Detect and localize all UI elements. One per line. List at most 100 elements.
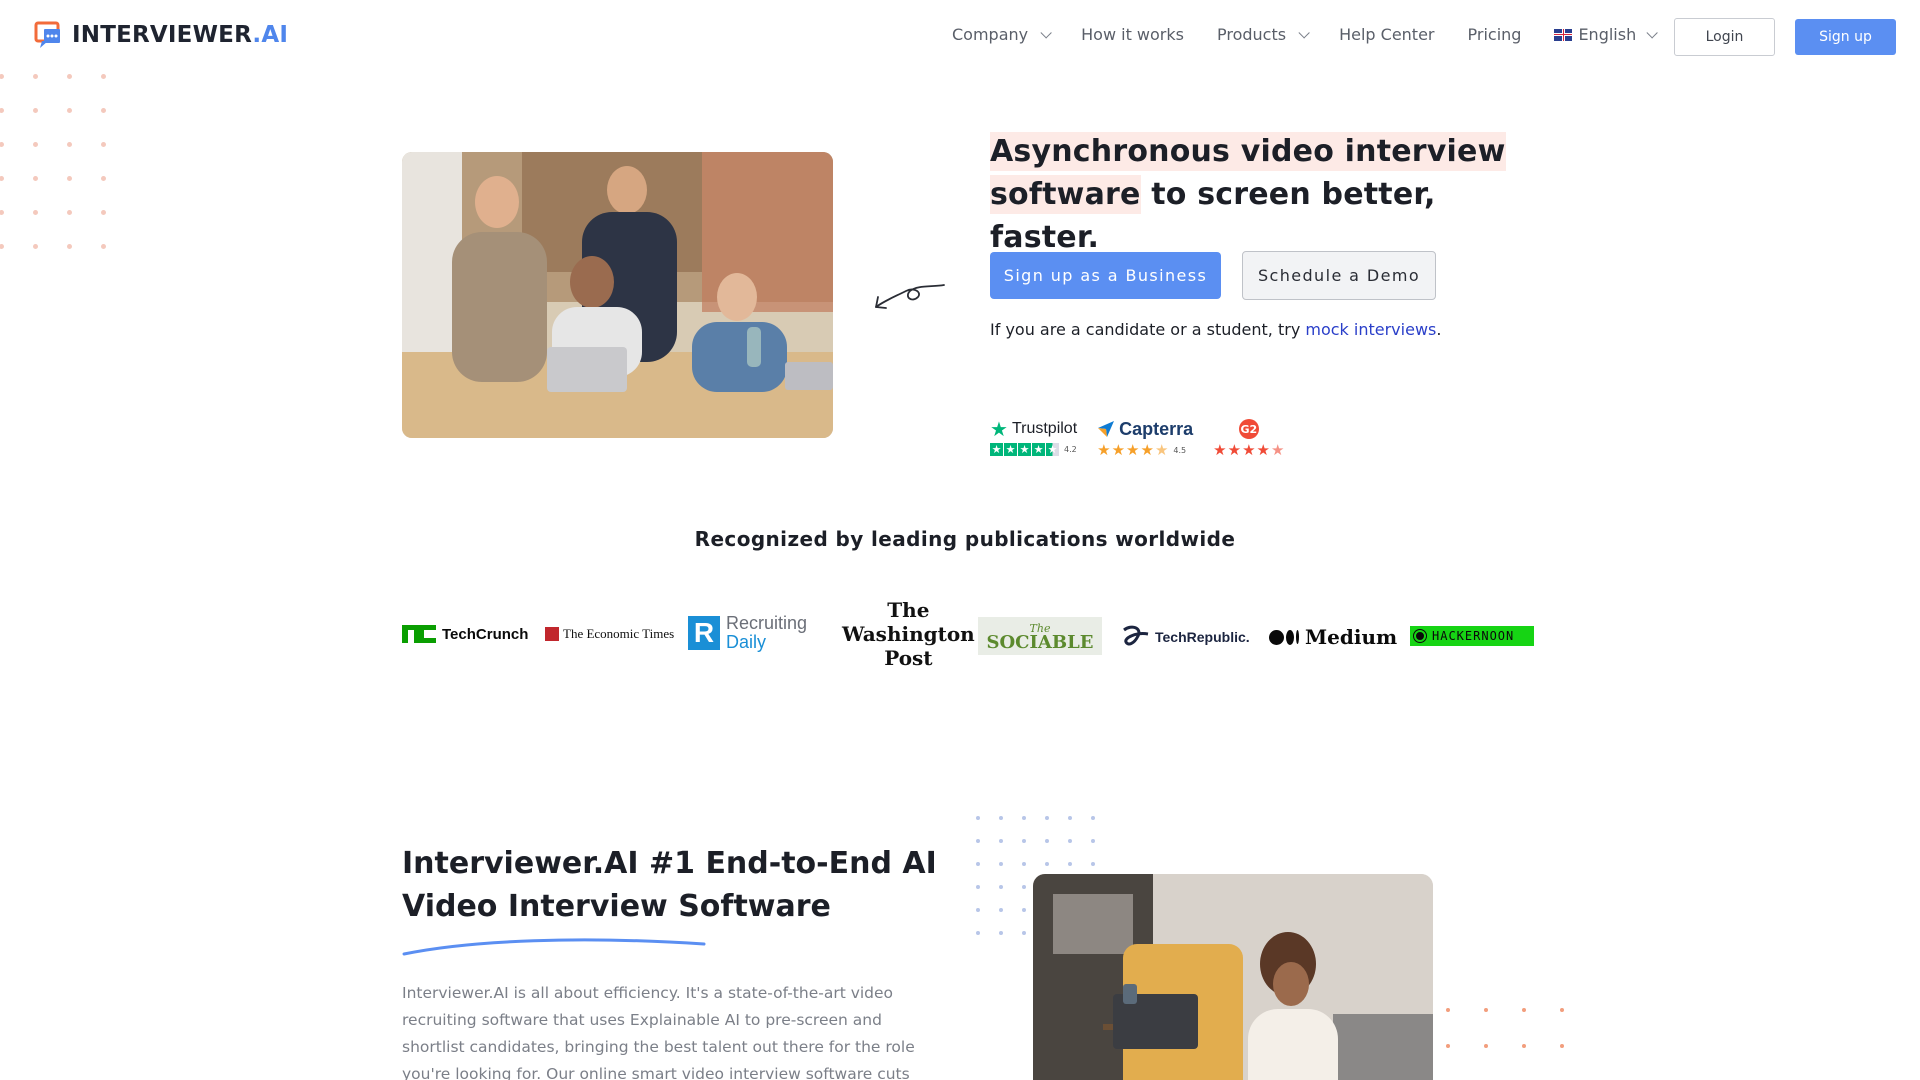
trustpilot-score: 4.2 bbox=[1064, 445, 1077, 454]
hackernoon-logo: HACKERNOON bbox=[1410, 626, 1534, 646]
capterra-score: 4.5 bbox=[1173, 446, 1187, 455]
star-icon: ★ bbox=[1270, 441, 1285, 459]
hackernoon-mark-icon bbox=[1414, 630, 1426, 642]
medium-logo: Medium bbox=[1269, 625, 1397, 649]
nav-pricing-label: Pricing bbox=[1467, 25, 1522, 44]
signup-button[interactable]: Sign up bbox=[1795, 19, 1896, 55]
publication-logos: TechCrunch The Economic Times R Recruiti… bbox=[402, 598, 1534, 673]
star-icon: ★ bbox=[1032, 443, 1045, 456]
economic-times-logo: The Economic Times bbox=[545, 626, 674, 642]
techrepublic-text: TechRepublic. bbox=[1155, 629, 1250, 645]
nav-help-center-label: Help Center bbox=[1339, 25, 1435, 44]
main-nav: Company How it works Products Help Cente… bbox=[952, 25, 1687, 44]
hero-title-highlight-2: software bbox=[990, 175, 1141, 214]
decorative-dot-grid-orange bbox=[1446, 1008, 1564, 1048]
nav-how-it-works[interactable]: How it works bbox=[1081, 25, 1184, 44]
capterra-badge[interactable]: Capterra ★ ★ ★ ★ ★ 4.5 bbox=[1097, 418, 1193, 458]
capterra-stars: ★ ★ ★ ★ ★ 4.5 bbox=[1097, 443, 1193, 458]
g2-badge[interactable]: G2 ★ ★ ★ ★ ★ bbox=[1213, 418, 1284, 458]
mock-interviews-link[interactable]: mock interviews bbox=[1305, 320, 1436, 339]
star-icon: ★ bbox=[1018, 443, 1031, 456]
washington-post-logo: The Washington Post bbox=[842, 598, 975, 670]
g2-stars: ★ ★ ★ ★ ★ bbox=[1213, 443, 1284, 458]
sociable-text: SOCIABLE bbox=[986, 632, 1094, 653]
wapo-text-3: Post bbox=[884, 646, 933, 670]
logo-main: INTERVIEWER bbox=[72, 22, 253, 48]
candidate-suffix: . bbox=[1436, 320, 1442, 339]
language-selector[interactable]: English bbox=[1554, 25, 1658, 44]
section2-title: Interviewer.AI #1 End-to-End AI Video In… bbox=[402, 846, 937, 924]
star-icon: ★ bbox=[990, 443, 1003, 456]
nav-company-label: Company bbox=[952, 25, 1029, 44]
sociable-logo: The SOCIABLE bbox=[978, 617, 1102, 655]
chat-bubble-logo-icon bbox=[34, 21, 60, 48]
publications-title: Recognized by leading publications world… bbox=[694, 527, 1236, 551]
review-badges: ★ Trustpilot ★ ★ ★ ★ ★ 4.2 Capterra ★ ★ … bbox=[990, 418, 1284, 458]
chevron-down-icon bbox=[1040, 26, 1052, 39]
techcrunch-text: TechCrunch bbox=[442, 625, 529, 643]
hackernoon-text: HACKERNOON bbox=[1432, 629, 1515, 643]
techrepublic-logo: TechRepublic. bbox=[1122, 624, 1250, 650]
economic-times-text: The Economic Times bbox=[563, 626, 675, 641]
logo[interactable]: INTERVIEWER.AI bbox=[34, 20, 288, 50]
candidate-photo-illustration bbox=[1033, 874, 1433, 1080]
logo-text: INTERVIEWER.AI bbox=[72, 22, 288, 48]
site-header: INTERVIEWER.AI Company How it works Prod… bbox=[0, 0, 1920, 72]
curly-arrow-icon bbox=[875, 284, 945, 309]
tc-mark-icon bbox=[402, 625, 436, 643]
techcrunch-logo: TechCrunch bbox=[402, 625, 528, 643]
et-mark-icon bbox=[545, 627, 559, 641]
trustpilot-name: Trustpilot bbox=[1011, 420, 1078, 437]
signup-business-button[interactable]: Sign up as a Business bbox=[990, 252, 1221, 299]
capterra-name: Capterra bbox=[1119, 418, 1194, 439]
trustpilot-stars: ★ ★ ★ ★ ★ 4.2 bbox=[990, 443, 1077, 456]
schedule-demo-button[interactable]: Schedule a Demo bbox=[1242, 251, 1436, 300]
hero-title: Asynchronous video interview software to … bbox=[990, 130, 1550, 259]
star-icon: ★ bbox=[1213, 441, 1227, 459]
section2-body: Interviewer.AI is all about efficiency. … bbox=[402, 984, 915, 1080]
medium-dots-icon bbox=[1269, 629, 1299, 645]
hero-team-photo bbox=[402, 152, 833, 438]
recruiting-daily-text-2: Daily bbox=[726, 632, 767, 652]
nav-how-it-works-label: How it works bbox=[1081, 25, 1184, 44]
star-icon: ★ bbox=[1111, 441, 1126, 459]
language-label: English bbox=[1578, 25, 1637, 44]
nav-help-center[interactable]: Help Center bbox=[1339, 25, 1434, 44]
star-icon: ★ bbox=[1140, 441, 1154, 459]
star-icon: ★ bbox=[1004, 443, 1017, 456]
recruiting-daily-text-1: Recruiting bbox=[726, 613, 808, 633]
nav-products-label: Products bbox=[1216, 25, 1287, 44]
star-icon: ★ bbox=[1242, 441, 1256, 459]
trustpilot-star-icon: ★ bbox=[990, 417, 1008, 441]
candidate-laptop-photo bbox=[1033, 874, 1433, 1080]
hero-title-highlight-1: Asynchronous video interview bbox=[990, 132, 1506, 171]
recruiting-daily-r-icon: R bbox=[688, 616, 720, 650]
chevron-down-icon bbox=[1298, 26, 1310, 39]
star-icon: ★ bbox=[1097, 441, 1111, 459]
candidate-prefix: If you are a candidate or a student, try bbox=[990, 320, 1306, 339]
g2-name: G2 bbox=[1240, 422, 1258, 436]
capterra-arrow-icon bbox=[1098, 421, 1115, 437]
star-icon: ★ bbox=[1126, 441, 1140, 459]
nav-company[interactable]: Company bbox=[952, 25, 1052, 44]
star-icon: ★ bbox=[1046, 443, 1059, 456]
nav-products[interactable]: Products bbox=[1216, 25, 1310, 44]
team-photo-illustration bbox=[402, 152, 833, 438]
star-icon: ★ bbox=[1256, 441, 1270, 459]
star-icon: ★ bbox=[1227, 441, 1242, 459]
techrepublic-swirl-icon bbox=[1123, 625, 1149, 646]
uk-flag-icon bbox=[1554, 28, 1573, 41]
star-icon: ★ bbox=[1154, 441, 1169, 459]
candidate-note: If you are a candidate or a student, try… bbox=[990, 320, 1441, 339]
chevron-down-icon bbox=[1646, 26, 1658, 39]
logo-accent: .AI bbox=[252, 22, 289, 48]
medium-text: Medium bbox=[1305, 625, 1398, 649]
nav-pricing[interactable]: Pricing bbox=[1468, 25, 1522, 44]
wapo-text-1: The bbox=[887, 598, 930, 622]
trustpilot-badge[interactable]: ★ Trustpilot ★ ★ ★ ★ ★ 4.2 bbox=[990, 418, 1077, 456]
recruiting-daily-logo: R Recruiting Daily bbox=[688, 614, 807, 652]
login-button[interactable]: Login bbox=[1674, 18, 1775, 56]
g2-logo-icon: G2 bbox=[1238, 419, 1259, 439]
decorative-dot-grid bbox=[0, 74, 106, 249]
wapo-text-2: Washington bbox=[842, 622, 975, 646]
